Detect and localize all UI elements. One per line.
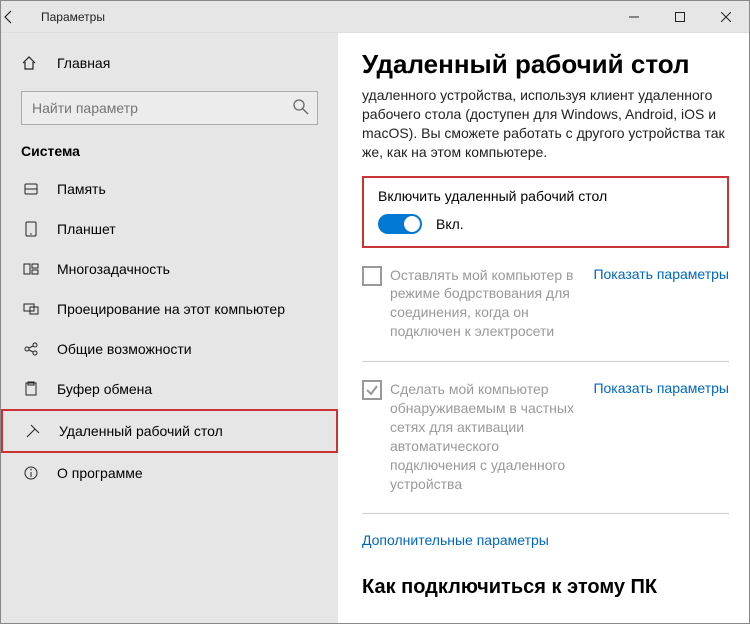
home-icon (21, 55, 41, 71)
nav-shared[interactable]: Общие возможности (1, 329, 338, 369)
sidebar: Главная Система Память Планшет (1, 33, 338, 623)
option-keep-awake: Оставлять мой компьютер в режиме бодрств… (362, 266, 729, 342)
nav-projection[interactable]: Проецирование на этот компьютер (1, 289, 338, 329)
nav-tablet[interactable]: Планшет (1, 209, 338, 249)
remote-desktop-icon (23, 423, 43, 439)
discoverable-checkbox[interactable] (362, 380, 382, 400)
page-title: Удаленный рабочий стол (362, 49, 729, 80)
category-label: Система (1, 139, 338, 169)
share-icon (21, 341, 41, 357)
enable-remote-block: Включить удаленный рабочий стол Вкл. (362, 176, 729, 248)
show-params-link-1[interactable]: Показать параметры (593, 266, 729, 282)
search-icon (292, 98, 310, 116)
nav-label: Общие возможности (57, 341, 192, 357)
tablet-icon (21, 221, 41, 237)
divider (362, 361, 729, 362)
close-button[interactable] (703, 1, 749, 33)
toggle-state-label: Вкл. (436, 216, 464, 232)
nav-about[interactable]: О программе (1, 453, 338, 493)
divider (362, 513, 729, 514)
nav-memory[interactable]: Память (1, 169, 338, 209)
nav-label: Планшет (57, 221, 116, 237)
window-title: Параметры (41, 10, 105, 24)
nav-label: Проецирование на этот компьютер (57, 301, 285, 317)
subheading: Как подключиться к этому ПК (362, 576, 729, 599)
option-discoverable: Сделать мой компьютер обнаруживаемым в ч… (362, 380, 729, 493)
keep-awake-checkbox[interactable] (362, 266, 382, 286)
nav-remote-desktop[interactable]: Удаленный рабочий стол (1, 409, 338, 453)
minimize-button[interactable] (611, 1, 657, 33)
settings-window: Параметры Главная Систе (0, 0, 750, 624)
nav-label: Удаленный рабочий стол (59, 423, 223, 439)
sidebar-nav: Память Планшет Многозадачность Проециров… (1, 169, 338, 623)
advanced-settings-link[interactable]: Дополнительные параметры (362, 532, 729, 548)
about-icon (21, 465, 41, 481)
nav-label: О программе (57, 465, 143, 481)
multitask-icon (21, 261, 41, 277)
storage-icon (21, 181, 41, 197)
titlebar: Параметры (1, 1, 749, 33)
option-text: Оставлять мой компьютер в режиме бодрств… (390, 266, 580, 342)
page-description: удаленного устройства, используя клиент … (362, 86, 729, 162)
show-params-link-2[interactable]: Показать параметры (593, 380, 729, 396)
remote-toggle[interactable] (378, 214, 422, 234)
nav-label: Буфер обмена (57, 381, 152, 397)
nav-label: Память (57, 181, 106, 197)
nav-label: Многозадачность (57, 261, 170, 277)
nav-clipboard[interactable]: Буфер обмена (1, 369, 338, 409)
home-label: Главная (57, 55, 110, 71)
projection-icon (21, 301, 41, 317)
home-button[interactable]: Главная (1, 47, 338, 79)
clipboard-icon (21, 381, 41, 397)
search-input[interactable] (21, 91, 318, 125)
nav-multitask[interactable]: Многозадачность (1, 249, 338, 289)
content-pane: Удаленный рабочий стол удаленного устрой… (338, 33, 749, 623)
back-button[interactable] (1, 9, 41, 25)
option-text: Сделать мой компьютер обнаруживаемым в ч… (390, 380, 580, 493)
toggle-title: Включить удаленный рабочий стол (378, 188, 713, 204)
maximize-button[interactable] (657, 1, 703, 33)
